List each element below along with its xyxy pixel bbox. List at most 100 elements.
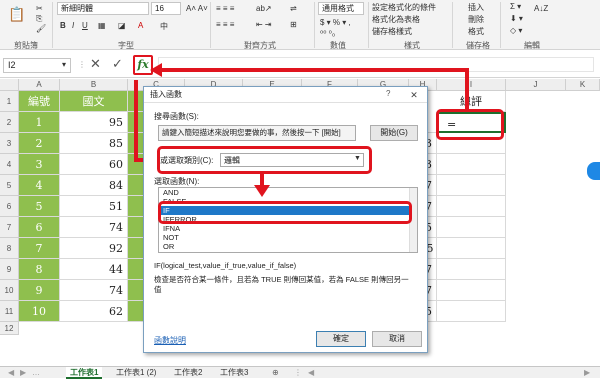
name-box[interactable]: I2 xyxy=(3,58,71,73)
wrap-icon[interactable]: ⇌ xyxy=(290,4,297,13)
tab-sheet3[interactable]: 工作表3 xyxy=(216,367,252,379)
go-button[interactable]: 開始(G) xyxy=(370,125,418,141)
delete-button[interactable]: 刪除 xyxy=(468,14,484,25)
function-item-and[interactable]: AND xyxy=(159,188,417,197)
col-header-I[interactable]: I xyxy=(437,79,506,91)
sort-icon[interactable]: A↓Z xyxy=(534,4,548,13)
col-header-J[interactable]: J xyxy=(506,79,566,91)
cell-chinese[interactable]: 84 xyxy=(60,175,128,196)
number-format-box[interactable]: 通用格式 xyxy=(318,2,364,15)
fill-color-icon[interactable]: ◪ xyxy=(118,21,126,30)
italic-icon[interactable]: I xyxy=(72,21,74,30)
cell-i[interactable] xyxy=(437,196,506,217)
hscroll-left-icon[interactable]: ◀ xyxy=(304,367,318,379)
cell-chinese[interactable]: 51 xyxy=(60,196,128,217)
cell-i[interactable] xyxy=(437,259,506,280)
cell-chinese[interactable]: 74 xyxy=(60,217,128,238)
align-left-icon[interactable]: ≡ ≡ ≡ xyxy=(216,20,234,29)
more-sheets-icon[interactable]: … xyxy=(28,367,44,379)
row-header-12[interactable]: 12 xyxy=(0,322,19,335)
row-header-5[interactable]: 5 xyxy=(0,175,19,196)
cell-i[interactable] xyxy=(437,217,506,238)
cell-id[interactable]: 3 xyxy=(19,154,60,175)
currency-icon[interactable]: $ ▾ % ▾ , xyxy=(320,18,351,27)
cell-id[interactable]: 9 xyxy=(19,280,60,301)
table-format-button[interactable]: 格式化為表格 xyxy=(372,14,420,25)
cell-chinese[interactable]: 92 xyxy=(60,238,128,259)
bold-icon[interactable]: B xyxy=(60,21,66,30)
row-header-3[interactable]: 3 xyxy=(0,133,19,154)
fill-icon[interactable]: ⬇ ▾ xyxy=(510,14,523,23)
cell-chinese[interactable]: 62 xyxy=(60,301,128,322)
underline-icon[interactable]: U xyxy=(82,21,88,30)
cell-chinese[interactable]: 74 xyxy=(60,280,128,301)
cut-icon[interactable]: ✂ xyxy=(36,4,43,13)
function-item-not[interactable]: NOT xyxy=(159,233,417,242)
cell-chinese[interactable]: 85 xyxy=(60,133,128,154)
cell-i[interactable] xyxy=(437,175,506,196)
border-icon[interactable]: ▦ xyxy=(98,21,106,30)
add-sheet-icon[interactable]: ⊕ xyxy=(268,367,283,379)
cell-style-button[interactable]: 儲存格樣式 xyxy=(372,26,412,37)
font-name-box[interactable]: 新細明體 xyxy=(57,2,149,15)
format-button[interactable]: 格式 xyxy=(468,26,484,37)
cell-id[interactable]: 7 xyxy=(19,238,60,259)
font-size-box[interactable]: 16 xyxy=(151,2,181,15)
enter-icon[interactable]: ✓ xyxy=(112,56,123,72)
cell-i[interactable] xyxy=(437,301,506,322)
row-header-7[interactable]: 7 xyxy=(0,217,19,238)
cell-i[interactable] xyxy=(437,238,506,259)
paste-icon[interactable]: 📋 xyxy=(8,6,25,23)
phonetic-icon[interactable]: 中 xyxy=(160,21,168,32)
function-item-ifna[interactable]: IFNA xyxy=(159,224,417,233)
font-color-icon[interactable]: A xyxy=(138,21,143,30)
orientation-icon[interactable]: ab↗ xyxy=(256,4,272,13)
row-header-8[interactable]: 8 xyxy=(0,238,19,259)
row-header-6[interactable]: 6 xyxy=(0,196,19,217)
col-header-K[interactable]: K xyxy=(566,79,600,91)
merge-icon[interactable]: ⊞ xyxy=(290,20,297,29)
tab-sheet1-2[interactable]: 工作表1 (2) xyxy=(112,367,160,379)
decimal-icon[interactable]: ⁰⁰ ⁰₀ xyxy=(320,29,335,38)
cell-chinese[interactable]: 95 xyxy=(60,112,128,133)
cond-format-button[interactable]: 設定格式化的條件 xyxy=(372,2,436,13)
row-header-9[interactable]: 9 xyxy=(0,259,19,280)
ok-button[interactable]: 確定 xyxy=(316,331,366,347)
hscroll-right-icon[interactable]: ▶ xyxy=(580,367,594,379)
tab-sheet2[interactable]: 工作表2 xyxy=(170,367,206,379)
cell-chinese[interactable]: 60 xyxy=(60,154,128,175)
cell-id[interactable]: 5 xyxy=(19,196,60,217)
cell-id[interactable]: 2 xyxy=(19,133,60,154)
help-link[interactable]: 函數說明 xyxy=(154,335,186,346)
header-chinese[interactable]: 國文 xyxy=(60,91,128,112)
name-box-dropdown-icon[interactable]: ▾ xyxy=(62,60,66,69)
tab-sheet1[interactable]: 工作表1 xyxy=(66,367,103,379)
row-header-11[interactable]: 11 xyxy=(0,301,19,322)
cell-id[interactable]: 6 xyxy=(19,217,60,238)
clear-icon[interactable]: ◇ ▾ xyxy=(510,26,522,35)
format-painter-icon[interactable]: 🖌 xyxy=(36,24,46,33)
function-item-or[interactable]: OR xyxy=(159,242,417,251)
help-icon[interactable]: ? xyxy=(386,89,390,98)
row-header-2[interactable]: 2 xyxy=(0,112,19,133)
search-input[interactable]: 請鍵入簡短描述來說明您要做的事，然後按一下 [開始] xyxy=(158,125,356,141)
cell-id[interactable]: 4 xyxy=(19,175,60,196)
cell-id[interactable]: 10 xyxy=(19,301,60,322)
copy-icon[interactable]: ⎘ xyxy=(36,14,42,24)
side-badge-icon[interactable] xyxy=(587,162,600,180)
header-id[interactable]: 編號 xyxy=(19,91,60,112)
cancel-icon[interactable]: ✕ xyxy=(90,56,101,72)
row-header-4[interactable]: 4 xyxy=(0,154,19,175)
cell-i[interactable] xyxy=(437,154,506,175)
indent-icon[interactable]: ⇤ ⇥ xyxy=(256,20,272,29)
close-icon[interactable]: ✕ xyxy=(403,88,425,102)
col-header-A[interactable]: A xyxy=(19,79,60,91)
row-header-10[interactable]: 10 xyxy=(0,280,19,301)
autosum-icon[interactable]: Σ ▾ xyxy=(510,2,521,11)
cell-chinese[interactable]: 44 xyxy=(60,259,128,280)
insert-button[interactable]: 插入 xyxy=(468,2,484,13)
align-top-icon[interactable]: ≡ ≡ ≡ xyxy=(216,4,234,13)
row-header-1[interactable]: 1 xyxy=(0,91,19,112)
select-all[interactable] xyxy=(0,79,19,91)
cell-id[interactable]: 8 xyxy=(19,259,60,280)
